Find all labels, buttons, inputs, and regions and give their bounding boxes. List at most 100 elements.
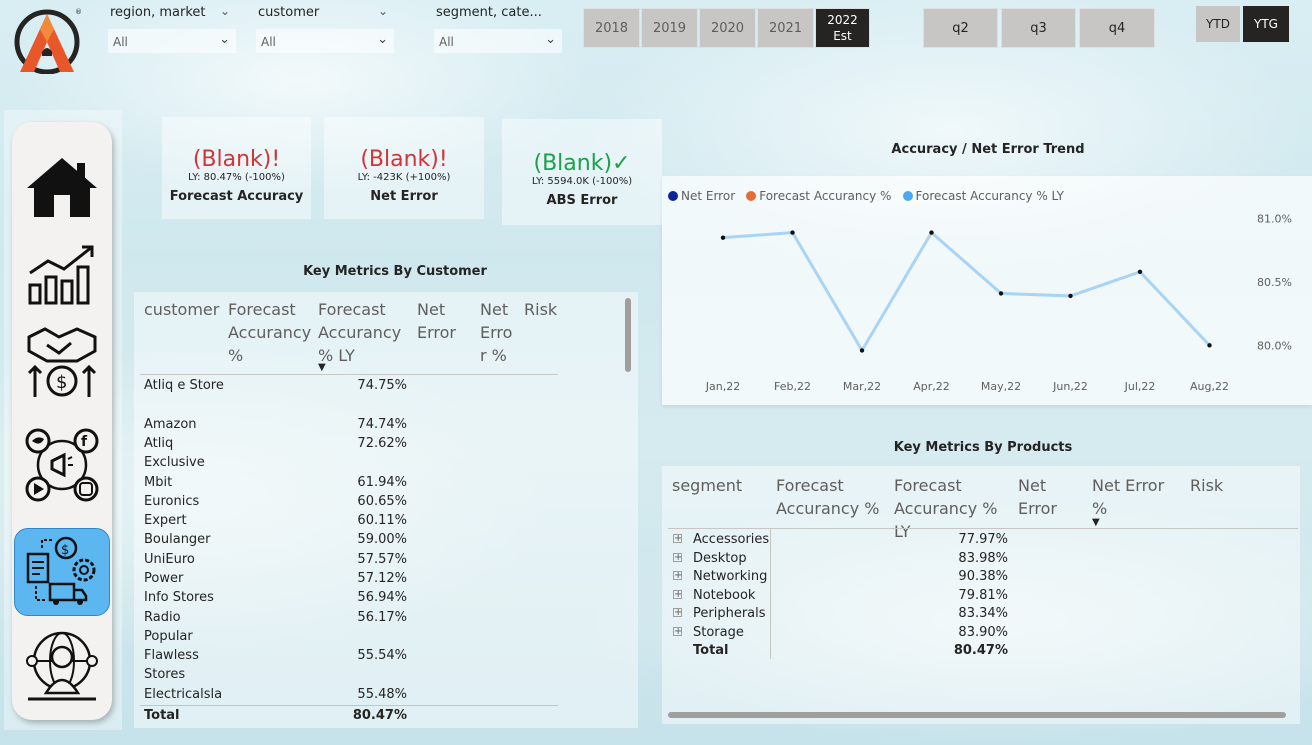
table-row[interactable]: Mbit 61.94%: [144, 473, 564, 492]
year-tile-2022-est[interactable]: 2022 Est: [815, 8, 870, 48]
column-header-net-error[interactable]: Net Error: [1018, 474, 1078, 520]
year-label: 2022: [827, 13, 858, 27]
data-point[interactable]: [859, 348, 865, 353]
table-row[interactable]: + Storage 83.90%: [672, 623, 1072, 641]
chevron-down-icon[interactable]: ⌄: [220, 4, 230, 18]
segment-name: Notebook: [693, 587, 756, 603]
product-metrics-table: segment Forecast Accurancy % Forecast Ac…: [662, 466, 1300, 724]
table-row[interactable]: + Accessories 77.97%: [672, 530, 1072, 548]
column-header-forecast-accuracy[interactable]: Forecast Accurancy %: [776, 474, 886, 520]
year-tile-2021[interactable]: 2021: [757, 8, 814, 48]
customer-name: Expert: [144, 513, 187, 529]
forecast-accuracy-ly-value: 56.94%: [357, 590, 407, 606]
warning-icon: !: [438, 147, 448, 172]
expand-icon[interactable]: +: [673, 534, 682, 544]
column-header-risk[interactable]: Risk: [524, 298, 564, 321]
quarter-tile-q2[interactable]: q2: [923, 8, 998, 48]
column-header-risk[interactable]: Risk: [1190, 474, 1230, 497]
forecast-accuracy-ly-value: 83.90%: [958, 625, 1008, 640]
ytg-toggle[interactable]: YTG: [1243, 6, 1289, 42]
y-tick-label: 81.0%: [1257, 213, 1292, 226]
segment-name: Storage: [693, 625, 744, 640]
table-row[interactable]: UniEuro 57.57%: [144, 550, 564, 569]
data-point[interactable]: [790, 230, 795, 235]
x-tick-label: May,22: [981, 380, 1021, 393]
segment-name: Accessories: [693, 532, 770, 547]
forecast-accuracy-ly-value: 59.00%: [357, 532, 407, 548]
column-header-net-error-pct[interactable]: Net Erro r %: [480, 298, 516, 367]
series-line-forecast-accuracy-ly[interactable]: [722, 230, 1211, 354]
quarter-tile-q3[interactable]: q3: [1001, 8, 1076, 48]
slicer-dropdown[interactable]: All ⌄: [108, 29, 236, 53]
customer-name: Electricalsla: [144, 686, 223, 702]
forecast-accuracy-ly-value: 74.75%: [357, 378, 407, 393]
table-row[interactable]: Info Stores 56.94%: [144, 588, 564, 607]
nav-home-button[interactable]: [14, 144, 110, 230]
column-header-segment[interactable]: segment: [672, 474, 768, 497]
year-tile-2018[interactable]: 2018: [583, 8, 640, 48]
table-row[interactable]: Expert 60.11%: [144, 511, 564, 530]
customer-name: Radio Popular: [144, 609, 193, 644]
chevron-down-icon[interactable]: ⌄: [545, 32, 556, 47]
header-divider: [140, 374, 558, 375]
accuracy-trend-chart: Net Error Forecast Accurancy % Forecast …: [662, 176, 1312, 405]
forecast-accuracy-ly-value: 79.81%: [958, 587, 1008, 603]
table-row[interactable]: Euronics 60.65%: [144, 492, 564, 511]
expand-icon[interactable]: +: [673, 627, 682, 637]
data-point[interactable]: [998, 291, 1004, 296]
table-row[interactable]: + Peripherals 83.34%: [672, 604, 1072, 622]
chevron-down-icon[interactable]: ⌄: [377, 32, 388, 47]
nav-executive-button[interactable]: [14, 624, 110, 704]
svg-text:$: $: [56, 372, 67, 393]
nav-finance-button[interactable]: $: [14, 318, 110, 404]
data-point[interactable]: [1137, 269, 1143, 275]
table-row[interactable]: + Notebook 79.81%: [672, 586, 1072, 604]
slicer-region-market[interactable]: region, market ⌄ All ⌄: [108, 4, 236, 54]
chevron-down-icon[interactable]: ⌄: [219, 32, 230, 47]
column-header-net-error[interactable]: Net Error: [417, 298, 473, 344]
table-row[interactable]: Flawless Stores 55.54%: [144, 646, 564, 685]
quarter-tile-q4[interactable]: q4: [1079, 8, 1155, 48]
data-point[interactable]: [1207, 343, 1212, 348]
year-tile-2020[interactable]: 2020: [699, 8, 756, 48]
year-sublabel: Est: [833, 29, 852, 43]
table-row[interactable]: Power 57.12%: [144, 569, 564, 588]
table-row[interactable]: Amazon 74.74%: [144, 415, 564, 434]
table-row[interactable]: + Networking 90.38%: [672, 567, 1072, 585]
slicer-dropdown[interactable]: All ⌄: [256, 29, 394, 53]
table-row[interactable]: Radio Popular 56.17%: [144, 608, 564, 647]
horizontal-scrollbar[interactable]: [668, 712, 1286, 718]
data-point[interactable]: [1068, 293, 1073, 299]
x-tick-label: Mar,22: [843, 380, 881, 393]
column-header-forecast-accuracy-ly[interactable]: Forecast Accurancy % LY: [318, 298, 410, 367]
chevron-down-icon[interactable]: ⌄: [378, 4, 388, 18]
slicer-segment-category[interactable]: segment, cate... All ⌄: [434, 4, 562, 54]
table-row[interactable]: Boulanger 59.00%: [144, 530, 564, 549]
column-header-net-error-pct[interactable]: Net Error %: [1092, 474, 1184, 520]
slicer-dropdown[interactable]: All ⌄: [434, 29, 562, 53]
sort-descending-icon[interactable]: ▼: [1092, 517, 1100, 528]
forecast-accuracy-ly-value: 60.65%: [357, 493, 407, 509]
table-row[interactable]: Atliq Exclusive 72.62%: [144, 434, 564, 473]
ytd-toggle[interactable]: YTD: [1196, 6, 1240, 42]
expand-icon[interactable]: +: [673, 552, 682, 562]
table-scrollbar[interactable]: [625, 298, 631, 372]
column-header-customer[interactable]: customer: [144, 298, 224, 321]
expand-icon[interactable]: +: [673, 571, 682, 581]
year-tile-2019[interactable]: 2019: [641, 8, 698, 48]
data-point[interactable]: [720, 235, 726, 240]
nav-social-button[interactable]: f: [14, 422, 110, 508]
column-header-forecast-accuracy[interactable]: Forecast Accurancy %: [228, 298, 314, 367]
expand-icon[interactable]: +: [673, 589, 682, 599]
expand-icon[interactable]: +: [673, 608, 682, 618]
sort-descending-icon[interactable]: ▼: [318, 362, 326, 373]
nav-supply-chain-button[interactable]: $: [14, 528, 110, 616]
table-row[interactable]: + Desktop 83.98%: [672, 549, 1072, 567]
slicer-value: All: [261, 35, 276, 49]
nav-growth-button[interactable]: [14, 230, 110, 316]
x-tick-label: Feb,22: [774, 380, 811, 393]
data-point[interactable]: [929, 230, 934, 235]
slicer-customer[interactable]: customer ⌄ All ⌄: [256, 4, 394, 54]
table-row[interactable]: Atliq e Store 74.75%: [144, 376, 564, 415]
slicer-title: customer: [258, 5, 320, 20]
